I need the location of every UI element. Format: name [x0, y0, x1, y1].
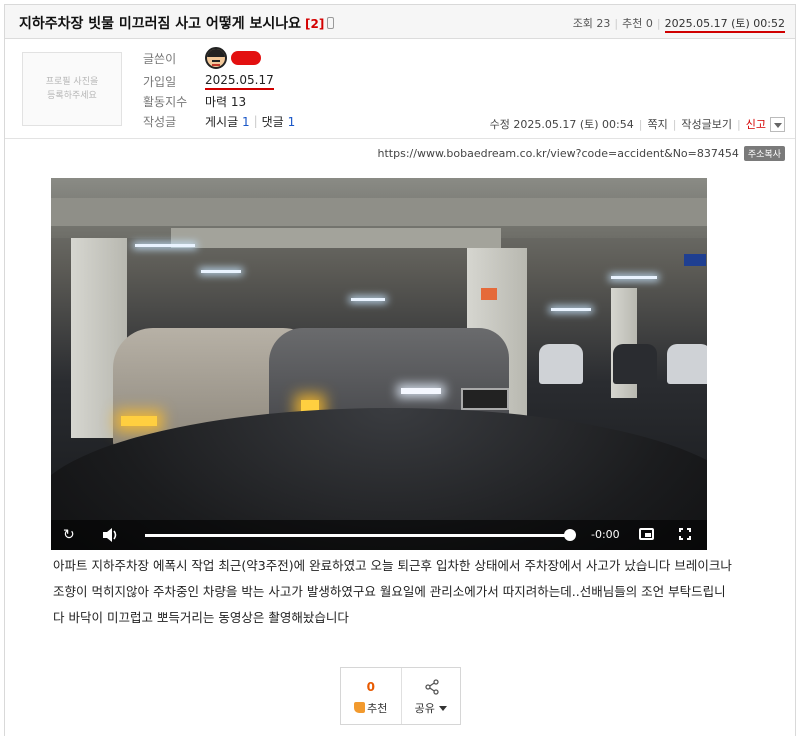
fullscreen-icon[interactable]: [679, 528, 691, 540]
action-box: 0 추천 공유: [340, 667, 461, 725]
chevron-down-icon: [438, 706, 447, 711]
report-link[interactable]: 신고: [746, 116, 766, 132]
volume-icon[interactable]: [103, 528, 119, 542]
post-url: https://www.bobaedream.co.kr/view?code=a…: [377, 147, 739, 160]
share-button[interactable]: 공유: [400, 668, 461, 724]
view-count: 조회 23: [572, 17, 611, 30]
progress-fill: [145, 534, 570, 537]
post-body-line1: 아파트 지하주차장 에폭시 작업 최근(약3주전)에 완료하였고 오늘 퇴근후 …: [53, 558, 732, 573]
post-body: 아파트 지하주차장 에폭시 작업 최근(약3주전)에 완료하였고 오늘 퇴근후 …: [53, 553, 765, 631]
parking-sign: [684, 254, 706, 266]
activity-label: 활동지수: [143, 94, 188, 109]
message-link[interactable]: 쪽지: [647, 116, 667, 132]
replay-icon[interactable]: ↻: [63, 527, 75, 543]
recommend-label: 추천: [367, 702, 388, 715]
avatar-icon: [205, 47, 227, 69]
author-section: 프로필 사진을 등록하주세요 글쓴이 가입일 2025.05.17 활동지수 마…: [5, 39, 795, 139]
post-title-text: 지하주차장 빗물 미끄러짐 사고 어떻게 보시나요: [19, 16, 301, 32]
writer-row: 글쓴이: [143, 47, 261, 69]
post-title: 지하주차장 빗물 미끄러짐 사고 어떻게 보시나요 [2]: [19, 13, 335, 33]
share-icon: [424, 679, 439, 695]
profile-placeholder-line2: 등록하주세요: [47, 91, 97, 101]
posts-count: 1: [241, 114, 250, 129]
modified-datetime: 수정 2025.05.17 (토) 00:54: [489, 118, 634, 131]
post-body-line2: 조향이 먹히지않아 주차중인 차량을 박는 사고가 발생하였구요 월요일에 관리…: [53, 584, 726, 599]
mobile-icon: [327, 17, 335, 29]
comment-count[interactable]: [2]: [305, 17, 324, 31]
nickname-redacted[interactable]: [231, 51, 261, 65]
post-datetime: 2025.05.17 (토) 00:52: [664, 17, 785, 33]
recommend-button[interactable]: 0 추천: [341, 668, 401, 724]
writer-label: 글쓴이: [143, 51, 177, 66]
more-dropdown-button[interactable]: [770, 116, 785, 132]
progress-knob[interactable]: [564, 529, 576, 541]
thumbs-up-icon: [354, 702, 366, 713]
post-body-line3: 다 바닥이 미끄럽고 뽀득거리는 동영상은 촬영해놨습니다: [53, 610, 349, 625]
post-header: 지하주차장 빗물 미끄러짐 사고 어떻게 보시나요 [2] 조회 23 | 추천 0 |…: [5, 5, 795, 39]
post-container: 지하주차장 빗물 미끄러짐 사고 어떻게 보시나요 [2] 조회 23 | 추천 0 |…: [4, 4, 796, 736]
posts-link[interactable]: 게시글 1: [205, 113, 250, 130]
comments-count: 1: [287, 114, 296, 129]
progress-track[interactable]: [145, 534, 570, 537]
url-bar: https://www.bobaedream.co.kr/view?code=a…: [378, 146, 785, 161]
posts-label: 작성글: [143, 114, 177, 129]
copy-url-button[interactable]: 주소복사: [743, 146, 785, 161]
profile-placeholder-line1: 프로필 사진을: [45, 77, 99, 87]
joined-row: 가입일 2025.05.17: [143, 72, 274, 90]
post-stats: 조회 23 | 추천 0 | 2025.05.17 (토) 00:52: [572, 15, 785, 33]
recommend-count: 0: [366, 680, 375, 694]
share-label: 공유: [414, 702, 435, 715]
activity-value: 마력 13: [205, 94, 247, 109]
zone-sign: [481, 288, 497, 300]
video-frame: [51, 178, 707, 550]
view-posts-link[interactable]: 작성글보기: [681, 116, 732, 132]
activity-row: 활동지수 마력 13: [143, 92, 246, 110]
joined-label: 가입일: [143, 74, 177, 89]
recommend-count-stat: 추천 0: [622, 17, 653, 30]
profile-photo-placeholder: 프로필 사진을 등록하주세요: [22, 52, 122, 126]
picture-in-picture-icon[interactable]: [639, 528, 654, 540]
video-player[interactable]: ↻ -0:00: [51, 178, 707, 550]
comments-link[interactable]: 댓글 1: [262, 113, 296, 130]
edit-bar: 수정 2025.05.17 (토) 00:54 | 쪽지 | 작성글보기 | 신고: [490, 116, 785, 132]
video-controls: ↻ -0:00: [51, 520, 707, 550]
posts-row: 작성글 게시글 1 | 댓글 1: [143, 113, 296, 130]
joined-date: 2025.05.17: [205, 73, 274, 90]
time-remaining: -0:00: [591, 528, 620, 541]
